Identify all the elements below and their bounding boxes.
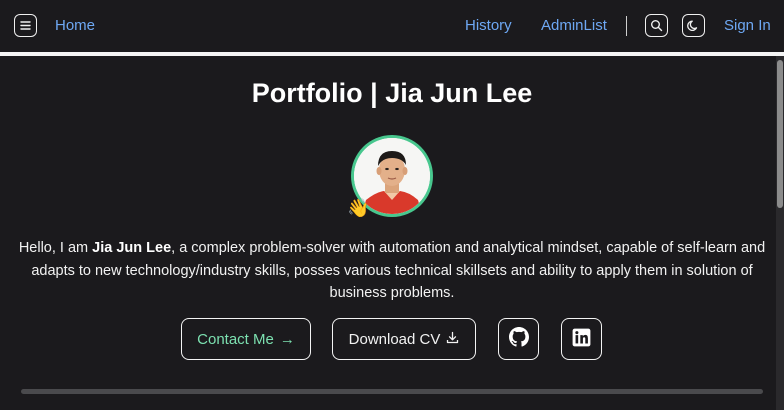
waving-hand-emoji: 👋 (347, 198, 370, 218)
contact-me-button[interactable]: Contact Me → (181, 318, 311, 360)
linkedin-icon (572, 328, 591, 351)
intro-paragraph: Hello, I am Jia Jun Lee, a complex probl… (16, 237, 768, 305)
github-button[interactable] (498, 318, 539, 360)
nav-history-link[interactable]: History (465, 17, 512, 34)
download-icon (446, 331, 459, 348)
nav-divider (626, 16, 627, 36)
contact-me-label: Contact Me (197, 330, 274, 348)
page-title: Portfolio | Jia Jun Lee (251, 78, 533, 108)
linkedin-button[interactable] (561, 318, 602, 360)
search-icon[interactable] (645, 14, 668, 37)
top-navbar: Home History AdminList Sign In (0, 0, 784, 52)
sign-in-link[interactable]: Sign In (724, 17, 771, 34)
nav-adminlist-link[interactable]: AdminList (541, 17, 607, 34)
bio-name: Jia Jun Lee (92, 240, 172, 256)
moon-icon[interactable] (682, 14, 705, 37)
menu-icon[interactable] (14, 14, 37, 37)
download-cv-label: Download CV (348, 330, 441, 348)
nav-home-link[interactable]: Home (55, 17, 95, 34)
github-icon (508, 327, 529, 351)
download-cv-button[interactable]: Download CV (332, 318, 476, 360)
navbar-bottom-border (0, 52, 784, 56)
arrow-right-icon: → (279, 330, 295, 348)
bio-prefix: Hello, I am (18, 240, 93, 256)
section-divider (21, 389, 763, 394)
page-scrollbar[interactable] (776, 56, 784, 410)
